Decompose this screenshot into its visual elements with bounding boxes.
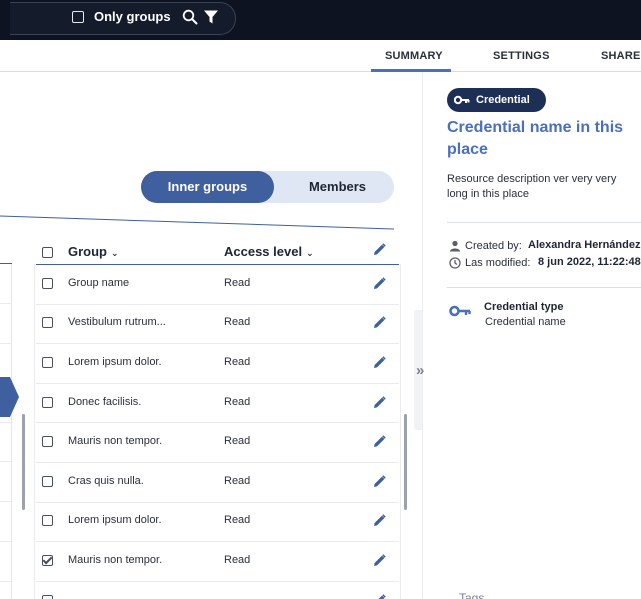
row-divider	[36, 581, 399, 582]
row-access-level: Read	[224, 316, 251, 329]
summary-divider	[447, 222, 641, 223]
chevron-down-icon: ⌄	[111, 248, 119, 258]
row-access-level: Read	[224, 514, 251, 527]
row-divider	[36, 541, 399, 542]
row-divider	[36, 502, 399, 503]
row-checkbox[interactable]	[42, 555, 53, 566]
created-by-label: Created by:	[465, 240, 522, 252]
row-divider	[36, 304, 399, 305]
scrollbar-left[interactable]	[22, 414, 25, 510]
search-icon[interactable]	[182, 9, 198, 25]
inner-groups-button[interactable]: Inner groups	[141, 171, 274, 203]
credential-type-value: Credential name	[485, 316, 566, 328]
graph-area	[0, 72, 422, 599]
row-checkbox[interactable]	[42, 515, 53, 527]
sidebar-divider	[422, 72, 423, 599]
left-panel-row-line	[0, 541, 11, 542]
table-border-right	[400, 264, 401, 599]
selected-node-arrow[interactable]	[0, 377, 19, 417]
row-group-name: Mauris non tempor.	[68, 554, 163, 566]
row-divider	[36, 383, 399, 384]
column-header-group-label: Group	[68, 244, 107, 259]
modified-label: Las modified:	[465, 257, 531, 269]
row-group-name: Lorem ipsum dolor.	[68, 514, 162, 527]
column-header-access-level[interactable]: Access level ⌄	[224, 244, 314, 259]
row-access-level: Read	[224, 554, 251, 566]
left-panel-row-line	[0, 461, 11, 462]
row-checkbox[interactable]	[42, 277, 53, 289]
edit-pencil-icon[interactable]	[373, 435, 386, 448]
row-checkbox[interactable]	[42, 396, 53, 408]
row-access-level: Read	[224, 356, 251, 368]
edit-pencil-icon[interactable]	[373, 316, 386, 329]
row-divider	[36, 462, 399, 463]
column-header-access-label: Access level	[224, 244, 303, 259]
left-panel-row-line	[0, 343, 11, 344]
edit-pencil-icon[interactable]	[373, 277, 386, 290]
row-group-name: Cras quis nulla.	[68, 474, 144, 487]
row-checkbox[interactable]	[42, 436, 53, 448]
table-header-divider	[36, 264, 399, 265]
row-group-name: Lorem ipsum dolor.	[68, 356, 162, 368]
credential-badge-label: Credential	[476, 94, 530, 106]
row-group-name: Group name	[68, 276, 130, 289]
edit-all-pencil-icon[interactable]	[373, 243, 386, 256]
left-panel-edge	[11, 264, 12, 599]
tags-label: Tags	[459, 591, 485, 599]
key-icon	[449, 305, 471, 317]
filter-icon[interactable]	[203, 9, 219, 25]
edit-pencil-icon[interactable]	[373, 593, 386, 599]
double-chevron-right-icon[interactable]: »	[416, 362, 424, 379]
clock-icon	[449, 257, 461, 269]
row-checkbox[interactable]	[42, 475, 53, 487]
row-access-level: Read	[224, 435, 251, 448]
edit-pencil-icon[interactable]	[373, 554, 386, 567]
tab-summary[interactable]: SUMMARY	[385, 50, 443, 62]
edit-pencil-icon[interactable]	[373, 395, 386, 409]
resource-description: Resource description ver very very long …	[447, 173, 617, 200]
row-divider	[36, 343, 399, 344]
left-panel-row-line	[0, 581, 11, 582]
edit-pencil-icon[interactable]	[373, 514, 386, 527]
credential-type-label: Credential type	[484, 301, 564, 313]
row-group-name: Vestibulum rutrum...	[68, 316, 166, 329]
chevron-down-icon: ⌄	[306, 248, 314, 258]
user-icon	[450, 240, 460, 252]
row-checkbox[interactable]	[42, 594, 53, 599]
scrollbar-table[interactable]	[404, 414, 407, 510]
left-panel-row-line	[0, 303, 11, 304]
tab-settings[interactable]: SETTINGS	[493, 50, 550, 62]
only-groups-label: Only groups	[94, 9, 171, 24]
left-panel-row-line	[0, 422, 11, 423]
only-groups-checkbox[interactable]	[72, 11, 84, 23]
row-checkbox[interactable]	[42, 317, 53, 329]
column-header-group[interactable]: Group ⌄	[68, 244, 119, 259]
row-access-level: Read	[224, 395, 251, 408]
row-access-level: Read	[224, 276, 251, 289]
row-group-name: Donec facilisis.	[68, 395, 142, 408]
members-button[interactable]: Members	[281, 171, 394, 203]
select-all-checkbox[interactable]	[42, 247, 53, 258]
resource-title: Credential name in this place	[447, 119, 624, 158]
summary-divider	[447, 287, 641, 288]
row-access-level: Read	[224, 474, 251, 487]
created-by-value: Alexandra Hernández	[528, 239, 641, 251]
row-checkbox[interactable]	[42, 357, 53, 368]
modified-value: 8 jun 2022, 11:22:48	[538, 256, 641, 268]
key-icon	[454, 95, 470, 105]
table-border-left	[34, 264, 35, 599]
row-group-name: Mauris non tempor.	[68, 435, 163, 448]
tab-share[interactable]: SHARE	[601, 50, 641, 62]
connector-line	[0, 215, 394, 230]
edit-pencil-icon[interactable]	[373, 475, 386, 488]
row-divider	[36, 422, 399, 423]
edit-pencil-icon[interactable]	[373, 356, 386, 369]
left-panel-row-line	[0, 501, 11, 502]
